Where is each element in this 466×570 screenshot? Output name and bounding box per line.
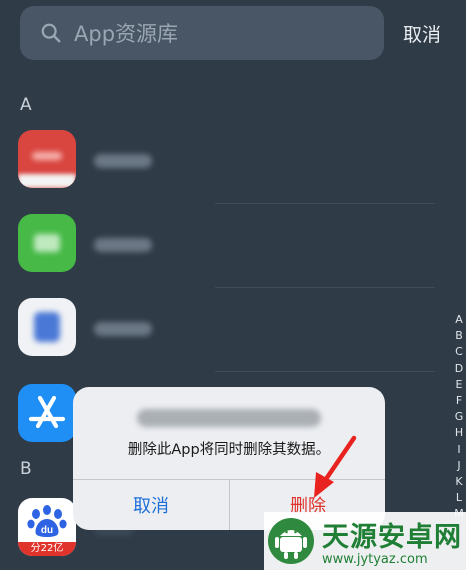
index-letter[interactable]: D <box>452 361 466 377</box>
index-letter[interactable]: E <box>452 377 466 393</box>
blue-app-icon[interactable] <box>18 298 76 356</box>
alert-title-redacted <box>137 409 321 427</box>
green-app-icon[interactable] <box>18 214 76 272</box>
index-letter[interactable]: B <box>452 328 466 344</box>
search-icon <box>41 23 61 43</box>
red-app-icon[interactable] <box>18 130 76 188</box>
index-letter[interactable]: J <box>452 458 466 474</box>
red-arrow-icon <box>314 435 357 498</box>
watermark-url: www.jytyaz.com <box>322 552 428 567</box>
search-input[interactable]: App资源库 <box>74 18 178 48</box>
search-cancel-button[interactable]: 取消 <box>403 20 441 47</box>
index-letter[interactable]: L <box>452 490 466 506</box>
app-name-redacted[interactable] <box>94 238 152 252</box>
section-header-a: A <box>20 95 32 115</box>
watermark-title: 天源安卓网 <box>322 522 462 553</box>
index-letter[interactable]: K <box>452 474 466 490</box>
alphabet-index[interactable]: A B C D E F G H I J K L M <box>452 312 466 523</box>
list-divider <box>215 203 435 204</box>
app-name-redacted[interactable] <box>94 322 152 336</box>
app-name-redacted[interactable] <box>94 154 152 168</box>
alert-cancel-button[interactable]: 取消 <box>73 480 229 530</box>
app-store-icon[interactable] <box>18 384 76 442</box>
site-watermark: 天源安卓网 www.jytyaz.com <box>264 512 466 570</box>
index-letter[interactable]: G <box>452 409 466 425</box>
section-header-b: B <box>20 459 32 479</box>
index-letter[interactable]: I <box>452 442 466 458</box>
index-letter[interactable]: A <box>452 312 466 328</box>
search-bar[interactable]: App资源库 <box>20 6 384 60</box>
index-letter[interactable]: F <box>452 393 466 409</box>
list-divider <box>215 287 435 288</box>
svg-text:du: du <box>41 525 53 536</box>
index-letter[interactable]: H <box>452 425 466 441</box>
baidu-icon[interactable]: du 分22亿 <box>18 498 76 556</box>
index-letter[interactable]: C <box>452 344 466 360</box>
android-logo-icon <box>268 518 314 564</box>
baidu-badge: 分22亿 <box>18 542 76 556</box>
list-divider <box>215 371 435 372</box>
